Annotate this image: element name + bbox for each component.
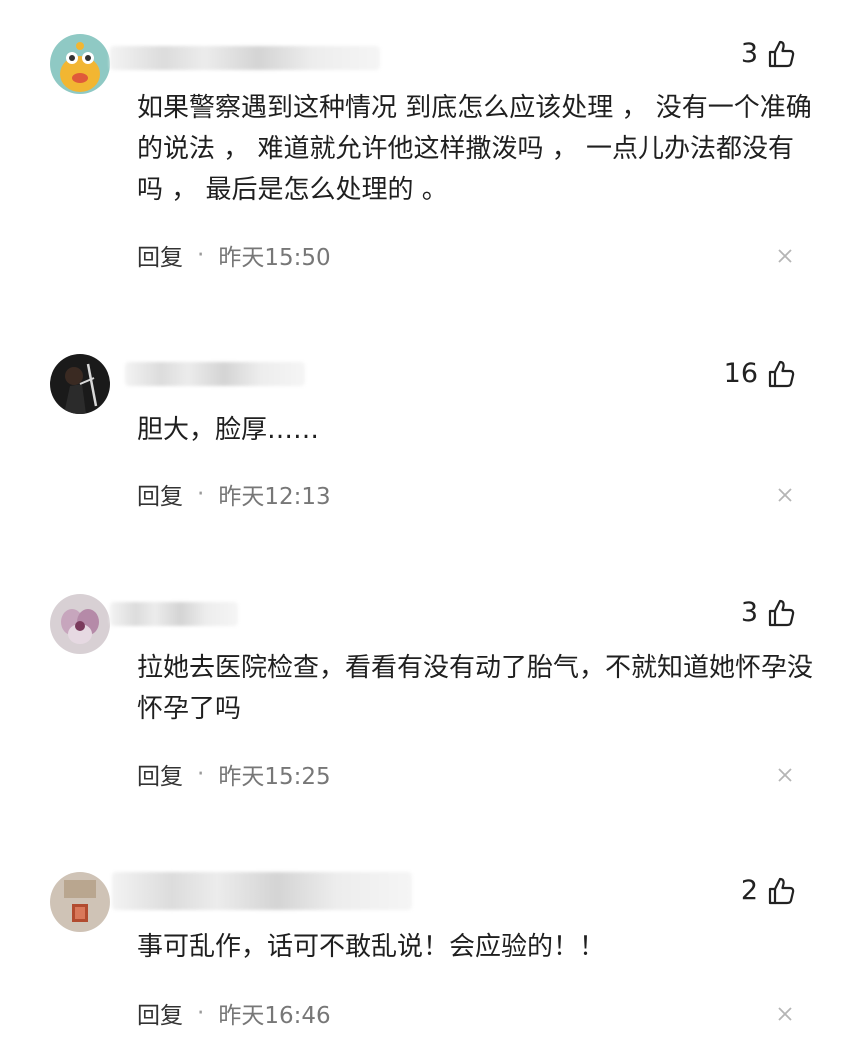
timestamp: 昨天15:50 — [218, 245, 331, 271]
thumbs-up-icon — [768, 877, 795, 904]
avatar[interactable] — [50, 872, 110, 932]
username-redacted — [125, 362, 305, 386]
username-redacted — [110, 602, 238, 626]
username-redacted — [110, 46, 380, 70]
close-icon[interactable] — [776, 486, 794, 504]
like-count: 3 — [740, 597, 758, 628]
separator: · — [197, 481, 205, 507]
like-count: 2 — [740, 875, 758, 906]
comment-meta: 回复 · 昨天16:46 — [137, 996, 331, 1030]
reply-button[interactable]: 回复 — [137, 238, 183, 272]
thumbs-up-icon — [768, 360, 795, 387]
avatar[interactable] — [50, 354, 110, 414]
separator: · — [197, 242, 205, 268]
timestamp: 昨天16:46 — [218, 1003, 331, 1029]
comment-meta: 回复 · 昨天15:25 — [137, 757, 331, 791]
separator: · — [197, 761, 205, 787]
comment-text: 胆大，脸厚…… — [137, 415, 320, 445]
like-count: 16 — [723, 358, 758, 389]
avatar[interactable] — [50, 594, 110, 654]
thumbs-up-icon — [768, 599, 795, 626]
close-icon[interactable] — [776, 766, 794, 784]
comment-text: 拉她去医院检查，看看有没有动了胎气，不就知道她怀孕没怀孕了吗 — [137, 653, 814, 724]
reply-button[interactable]: 回复 — [137, 757, 183, 791]
close-icon[interactable] — [776, 247, 794, 265]
like-count: 3 — [740, 38, 758, 69]
timestamp: 昨天15:25 — [218, 764, 331, 790]
avatar[interactable] — [50, 34, 110, 94]
comment-meta: 回复 · 昨天15:50 — [137, 238, 331, 272]
like-button[interactable]: 2 — [741, 875, 796, 906]
thumbs-up-icon — [768, 40, 795, 67]
reply-button[interactable]: 回复 — [137, 996, 183, 1030]
like-button[interactable]: 3 — [741, 597, 796, 628]
comment-meta: 回复 · 昨天12:13 — [137, 477, 331, 511]
like-button[interactable]: 16 — [724, 358, 796, 389]
timestamp: 昨天12:13 — [218, 484, 331, 510]
reply-button[interactable]: 回复 — [137, 477, 183, 511]
like-button[interactable]: 3 — [741, 38, 796, 69]
comment-text: 事可乱作，话可不敢乱说！会应验的！！ — [137, 932, 606, 962]
separator: · — [197, 1000, 205, 1026]
username-redacted — [112, 872, 412, 910]
close-icon[interactable] — [776, 1005, 794, 1023]
comment-text: 如果警察遇到这种情况 到底怎么应该处理 ， 没有一个准确的说法 ， 难道就允许他… — [137, 93, 812, 205]
